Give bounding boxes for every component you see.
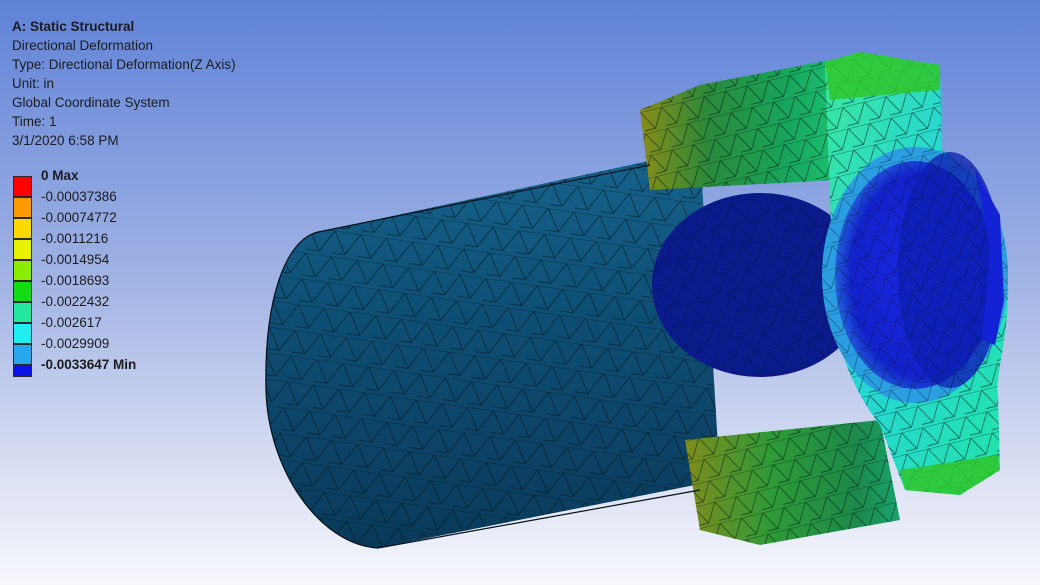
inner-bore-face [822,147,1008,403]
top-lug [640,60,835,190]
bottom-lug [685,420,900,545]
model-viewport[interactable] [0,0,1040,585]
